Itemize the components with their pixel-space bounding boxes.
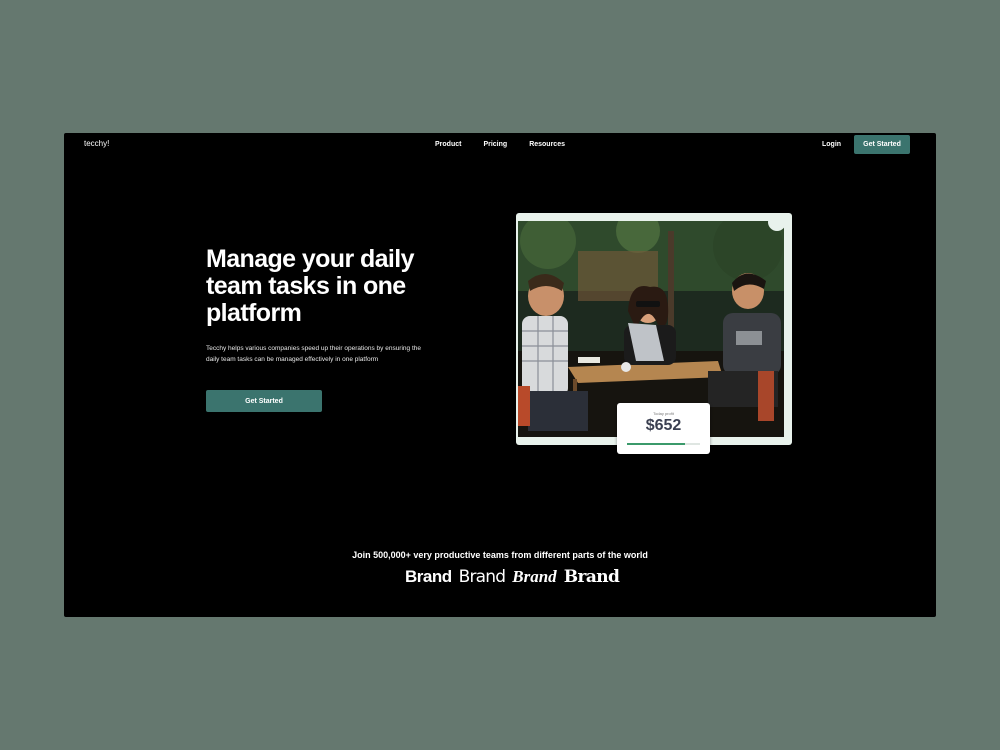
hero-title: Manage your daily team tasks in one plat… [206,245,415,327]
logo[interactable]: tecchy! [84,139,109,148]
profit-stat-card: Today profit $652 [617,403,710,454]
brand-logos: Brand Brand Brand Brand [405,567,620,587]
brand-logo: Brand [405,567,452,586]
stat-label: Today profit [653,411,674,416]
decorative-dot [768,213,786,231]
nav-menu: Product Pricing Resources [435,141,587,148]
top-nav: tecchy! Product Pricing Resources Login … [64,133,936,157]
brand-logo: Brand [512,567,557,586]
nav-item-pricing[interactable]: Pricing [483,141,507,148]
hero-description: Tecchy helps various companies speed up … [206,345,421,363]
nav-get-started-button[interactable]: Get Started [854,135,910,154]
stat-value: $652 [645,417,682,434]
stat-progress-fill [627,443,686,445]
hero-get-started-button[interactable]: Get Started [206,390,322,412]
login-link[interactable]: Login [822,141,841,148]
brand-logo: Brand [563,567,620,587]
social-proof-text: Join 500,000+ very productive teams from… [352,550,648,560]
brand-logo: Brand [458,567,506,587]
nav-item-product[interactable]: Product [435,141,461,148]
stat-progress-bar [627,443,700,445]
landing-page: tecchy! Product Pricing Resources Login … [64,133,936,617]
nav-item-resources[interactable]: Resources [529,141,565,148]
